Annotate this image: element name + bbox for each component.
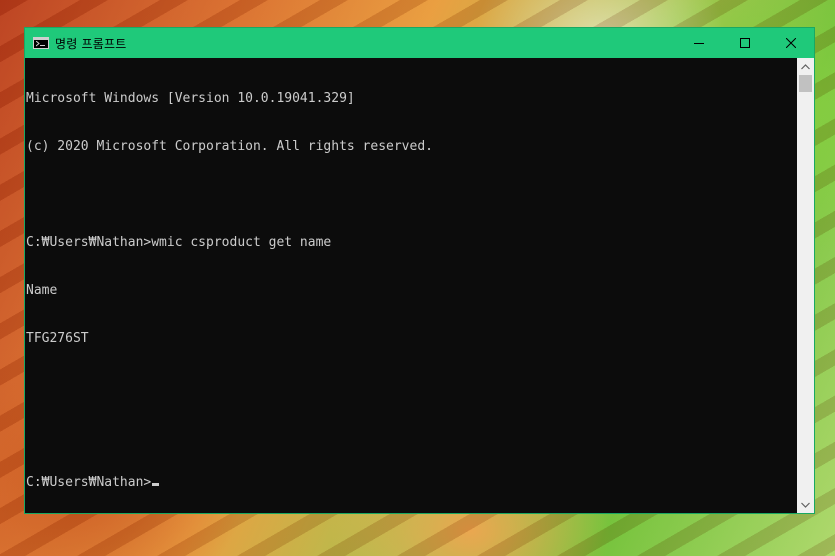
console-line: (c) 2020 Microsoft Corporation. All righ… <box>26 139 433 154</box>
scroll-up-arrow-icon <box>801 63 810 69</box>
console-output[interactable]: Microsoft Windows [Version 10.0.19041.32… <box>25 58 797 513</box>
scroll-thumb[interactable] <box>799 75 812 92</box>
text-cursor <box>152 483 160 486</box>
cmd-icon[interactable] <box>33 37 49 49</box>
scroll-down-button[interactable] <box>797 496 814 513</box>
vertical-scrollbar[interactable] <box>797 58 814 513</box>
close-icon <box>786 38 796 48</box>
scroll-up-button[interactable] <box>797 58 814 75</box>
console-line: TFG276ST <box>26 331 89 346</box>
maximize-icon <box>740 38 750 48</box>
minimize-button[interactable] <box>676 28 722 58</box>
console-line: Name <box>26 283 58 298</box>
caption-buttons <box>676 28 814 58</box>
command-prompt-window[interactable]: 명령 프롬프트 Microsoft Windows [Version 10.0.… <box>24 27 815 514</box>
scroll-down-arrow-icon <box>801 502 810 508</box>
prompt-line[interactable]: C:₩Users₩Nathan> <box>26 475 797 491</box>
console-line: C:₩Users₩Nathan>wmic csproduct get name <box>26 235 332 250</box>
prompt-text: C:₩Users₩Nathan> <box>26 475 152 490</box>
title-bar[interactable]: 명령 프롬프트 <box>25 28 814 58</box>
console-line: Microsoft Windows [Version 10.0.19041.32… <box>26 91 355 106</box>
close-button[interactable] <box>768 28 814 58</box>
maximize-button[interactable] <box>722 28 768 58</box>
minimize-icon <box>694 43 704 44</box>
window-title: 명령 프롬프트 <box>55 36 127 51</box>
